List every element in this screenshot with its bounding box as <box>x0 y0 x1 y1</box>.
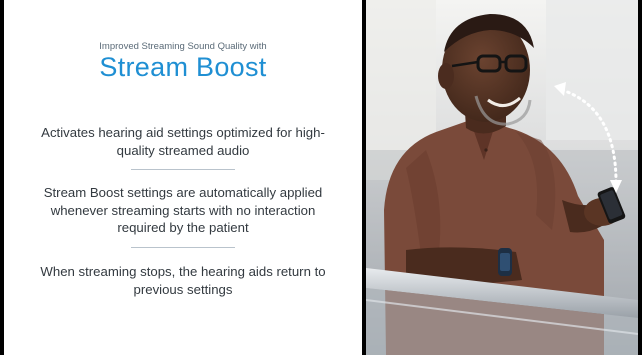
paragraph-streaming-stops: When streaming stops, the hearing aids r… <box>40 264 326 297</box>
photo-illustration <box>366 0 638 355</box>
slide-title: Stream Boost <box>99 52 267 82</box>
paragraph-automatic: Stream Boost settings are automatically … <box>43 185 323 235</box>
paragraph-activates: Activates hearing aid settings optimized… <box>41 125 325 158</box>
divider <box>131 247 235 248</box>
photo-man-with-phone <box>366 0 638 355</box>
divider <box>131 169 235 170</box>
slide-subtitle: Improved Streaming Sound Quality with <box>99 41 267 52</box>
slide: Improved Streaming Sound Quality with St… <box>0 0 642 355</box>
text-panel: Improved Streaming Sound Quality with St… <box>4 0 362 355</box>
